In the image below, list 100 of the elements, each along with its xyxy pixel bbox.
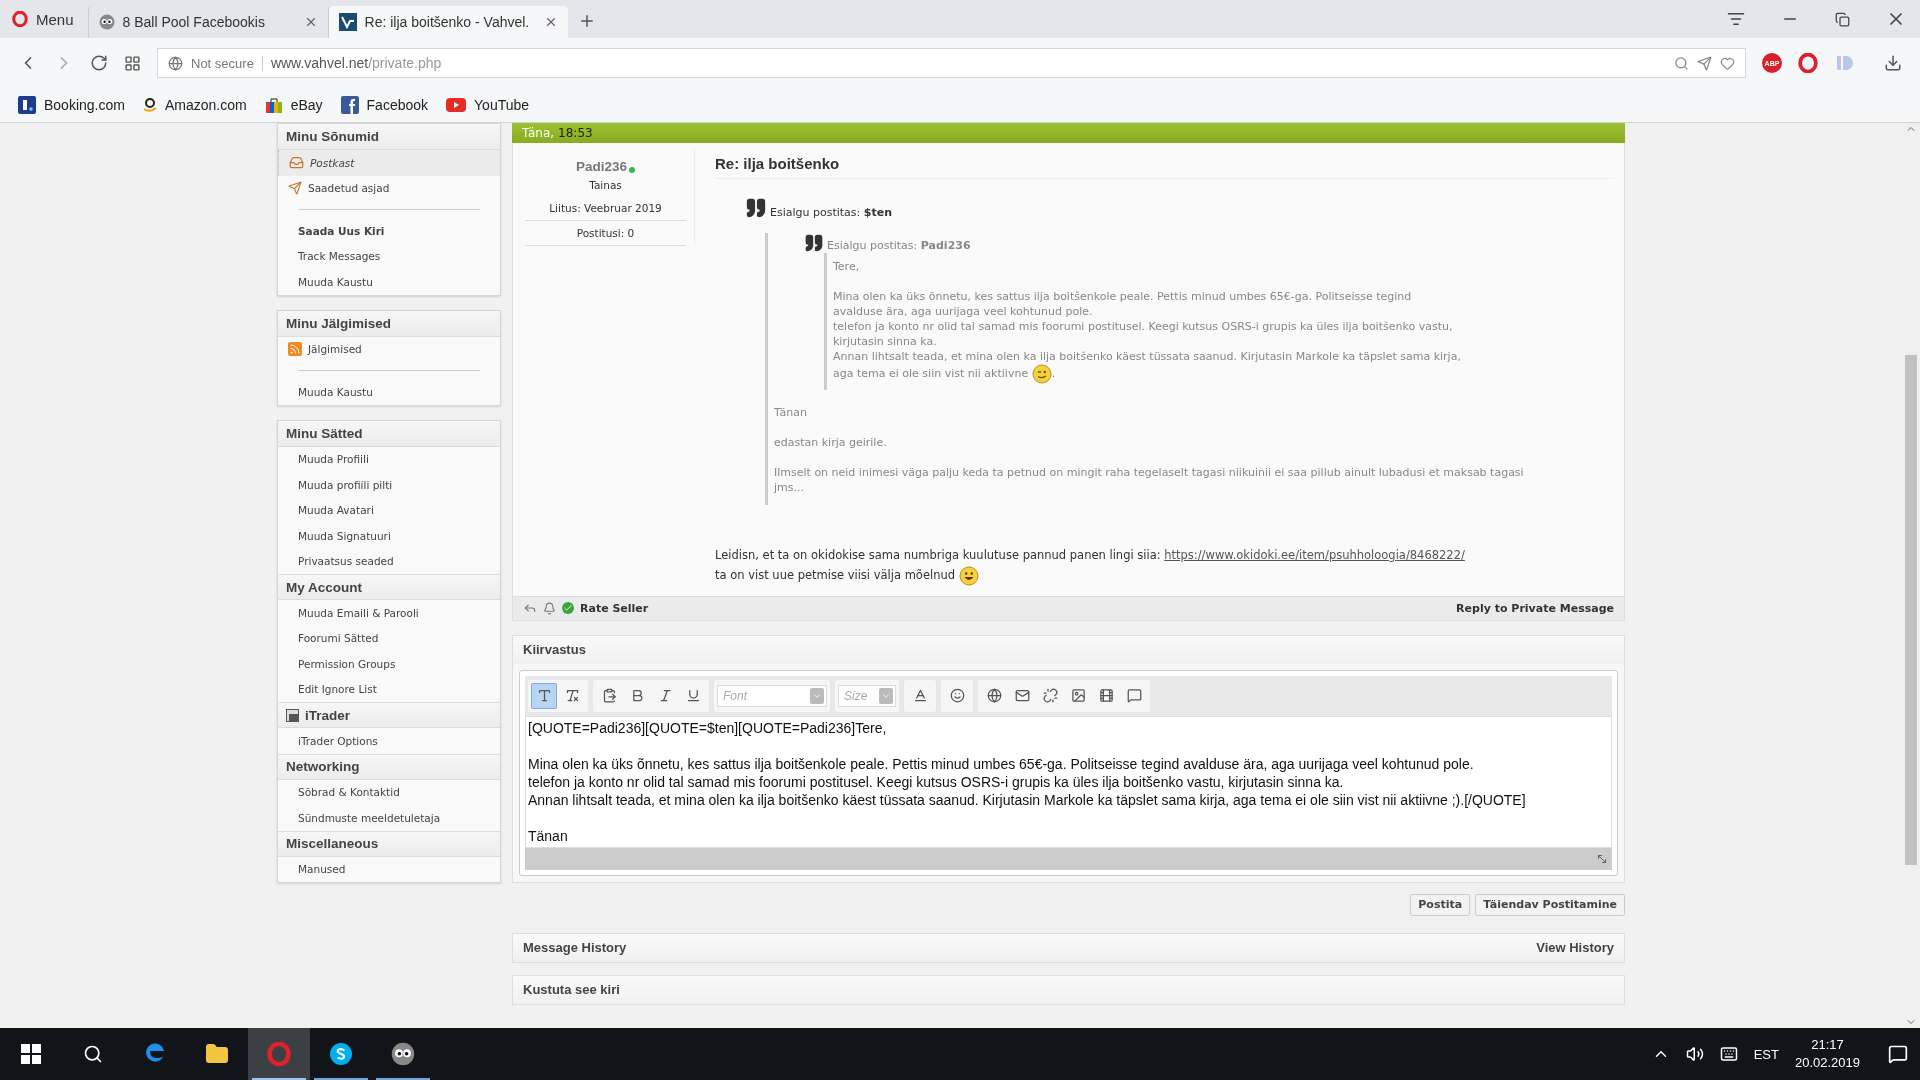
quote-text: Ilmselt on neid inimesi väga palju keda ta petnud on mingit raha tegelaselt tagasi niikuinii ei saa pillub ainult lubadusi et maksab tagasi jms...: [774, 465, 1525, 495]
sidebar-link[interactable]: Muuda Kaustu: [278, 269, 500, 295]
speed-dial-icon[interactable]: [124, 54, 141, 72]
tab-menu-icon[interactable]: [1727, 10, 1745, 28]
resize-grip-icon[interactable]: [1596, 852, 1608, 865]
view-history-link[interactable]: View History: [1536, 940, 1614, 955]
sidebar-link[interactable]: Muuda Kaustu: [278, 379, 500, 405]
sidebar-link[interactable]: Postkast: [278, 150, 500, 176]
sidebar-link[interactable]: Muuda Avatari: [278, 497, 500, 523]
opera-o-icon: [267, 1042, 291, 1066]
menu-button[interactable]: Menu: [6, 0, 88, 38]
grinning-smiley-icon: [958, 565, 979, 586]
language-indicator[interactable]: EST: [1753, 1046, 1779, 1062]
reload-icon[interactable]: [90, 54, 108, 72]
reply-arrow-icon[interactable]: [523, 601, 537, 615]
sidebar-link[interactable]: Jälgimised: [278, 336, 500, 362]
bookmark-link[interactable]: Amazon.com: [142, 96, 247, 114]
sidebar-link[interactable]: Privaatsus seaded: [278, 548, 500, 574]
sidebar-link[interactable]: Sündmuste meeldetuletaja: [278, 805, 500, 831]
bookmark-link[interactable]: Facebook: [340, 96, 429, 114]
bookmark-link[interactable]: eBay: [264, 96, 323, 114]
round-eyes-icon: [391, 1042, 415, 1066]
film-icon: [1098, 688, 1114, 703]
quote-text: Annan lihtsalt teada, et mina olen ka ilja boitšenko käest tüssata saanud. Kirjutasin Markole ka täpslet sama kirja, aga tema ei ole siin vist nii aktiivne .: [833, 349, 1464, 384]
author-title: Tainas: [588, 178, 623, 193]
sidebar-link[interactable]: Muuda Signatuuri: [278, 523, 500, 549]
sidebar-link[interactable]: Sõbrad & Kontaktid: [278, 779, 500, 805]
security-label: Not secure: [191, 55, 263, 71]
quote-attribution: Esialgu postitas: $ten: [770, 206, 892, 219]
sidebar-link[interactable]: Saadetud asjad: [278, 175, 500, 201]
submit-button[interactable]: Postita: [1410, 893, 1471, 916]
sidebar-link-text[interactable]: Saadetud asjad: [308, 182, 390, 195]
url-host: www.vahvel.net: [270, 55, 369, 71]
quote-text: Tänan: [774, 405, 808, 420]
mode-button[interactable]: [531, 682, 557, 709]
reply-link[interactable]: Reply to Private Message: [1456, 601, 1614, 615]
message-text: ta on vist uue petmise viisi välja mõelnud: [715, 568, 956, 582]
submit-button[interactable]: Täiendav Postitamine: [1475, 893, 1625, 916]
bell-icon[interactable]: [543, 601, 556, 615]
sidebar-link[interactable]: Manused: [278, 856, 500, 882]
address-field[interactable]: Not secure www.vahvel.net/private.php: [157, 48, 1746, 78]
quote-text: edastan kirja geirile.: [774, 435, 888, 450]
quote-mark-icon: [745, 197, 767, 219]
author-name[interactable]: Padi236: [575, 159, 627, 174]
sidebar-heading: Networking: [278, 753, 500, 780]
search-icon[interactable]: [1674, 55, 1689, 71]
sidebar-link[interactable]: iTrader Options: [278, 728, 500, 754]
v-logo-icon: [338, 13, 357, 31]
sidebar-link[interactable]: Foorumi Sätted: [278, 625, 500, 651]
volume-icon[interactable]: [1685, 1045, 1704, 1063]
browser-tab[interactable]: Re: ilja boitšenko - Vahvel.: [327, 6, 568, 38]
restore-icon[interactable]: [1835, 11, 1850, 27]
unlink-icon: [1042, 688, 1058, 703]
sidebar-link[interactable]: Saada Uus Kiri: [278, 218, 500, 244]
sidebar-link[interactable]: Permission Groups: [278, 651, 500, 677]
sidebar-heading: Minu Sätted: [278, 420, 500, 447]
quote-attribution: Esialgu postitas: Padi236: [827, 238, 971, 253]
scroll-thumb[interactable]: [1905, 355, 1917, 865]
message-title: Re: ilja boitšenko: [715, 155, 1614, 179]
url-link[interactable]: https://www.okidoki.ee/item/psuhholoogia/8468222/: [1164, 548, 1465, 562]
sidebar-heading: My Account: [278, 574, 500, 600]
sidebar-link[interactable]: Muuda profiili pilti: [278, 472, 500, 498]
join-date: Liitus: Veebruar 2019: [525, 196, 686, 221]
message-text: Leidisn, et ta on okidokise sama numbriga kuulutuse pannud panen lingi siia: https://www.okidoki.ee/item/psuhholoogia/8468222/: [715, 547, 1466, 564]
keyboard-icon[interactable]: [1719, 1045, 1738, 1063]
quote-mark-icon: [804, 233, 824, 253]
bookmark-link[interactable]: Booking.com: [18, 96, 125, 114]
text-mode-icon: [536, 688, 552, 703]
sidebar-link[interactable]: Edit Ignore List: [278, 676, 500, 702]
sidebar-link[interactable]: Muuda Emaili & Parooli: [278, 600, 500, 626]
sidebar-heading: Minu Jälgimised: [278, 310, 500, 337]
sidebar-heading: Minu Sõnumid: [278, 124, 500, 150]
clock[interactable]: 21:17 20.02.2019: [1794, 1036, 1860, 1072]
quote-text: telefon ja konto nr olid tal samad mis foorumi postitusel. Keegi kutsus OSRS-i grupis ka üles ilja boitšenko vastu, kirjutasin sinna ka.: [833, 319, 1454, 349]
bookmark-link[interactable]: YouTube: [446, 97, 530, 113]
folder-icon: [205, 1042, 229, 1066]
round-eyes-icon: [98, 14, 115, 30]
rss-icon: [288, 342, 302, 357]
rate-seller-link[interactable]: Rate Seller: [580, 601, 649, 615]
sidebar-link-text[interactable]: Postkast: [310, 156, 355, 169]
heart-icon[interactable]: [1720, 55, 1735, 71]
sidebar-link[interactable]: Track Messages: [278, 243, 500, 269]
windows-logo-icon: [21, 1044, 41, 1064]
post-count: Postitusi: 0: [525, 221, 686, 246]
url-path: /private.php: [368, 55, 442, 71]
image-icon: [1070, 688, 1086, 703]
send-icon[interactable]: [1697, 55, 1712, 71]
search-icon: [83, 1044, 103, 1064]
underline-icon: [685, 688, 701, 703]
notification-icon[interactable]: [1888, 1044, 1908, 1064]
message-field[interactable]: [QUOTE=Padi236][QUOTE=$ten][QUOTE=Padi236]Tere, Mina olen ka üks õnnetu, kes sattus ilja boitšenkole peale. Pettis minud umbes 65€-ga. Politseisse tegind avalduse ära, aga uurijaga veel kohtunud pole. telefon ja konto nr olid tal samad mis foorumi postitusel. Keegi kutsus OSRS-i grupis ka üles ilja boitšenko vastu, kirjutasin sinna ka. Annan lihtsalt teada, et mina olen ka ilja boitšenko käest tüssata saanud. Kirjutasin Markole ka täpslet sama kirja, aga tema ei ole siin vist nii aktiivne ;).[/QUOTE] Tänan: [525, 715, 1612, 848]
panel-title: Kiirvastus: [523, 642, 586, 657]
taskbar-app[interactable]: [248, 1028, 310, 1080]
download-icon[interactable]: [1884, 54, 1902, 72]
window-icon: [286, 708, 299, 722]
sidebar-link-text[interactable]: Jälgimised: [308, 343, 362, 356]
speech-bubble-icon: [1126, 688, 1142, 703]
smiley-icon: [949, 688, 965, 703]
sidebar-link[interactable]: Muuda Profiili: [278, 446, 500, 472]
envelope-icon: [1014, 688, 1030, 703]
